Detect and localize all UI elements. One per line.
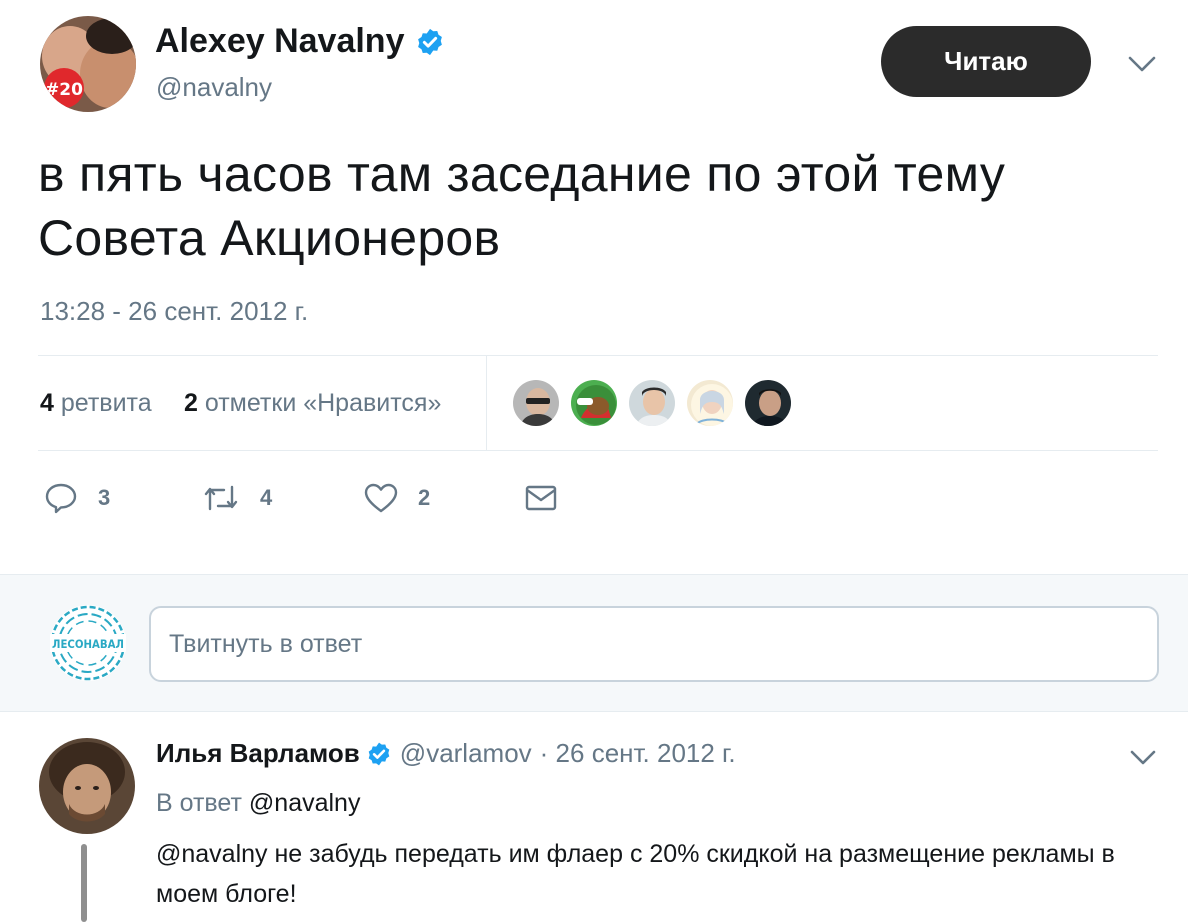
likes-count: 2 [184, 389, 198, 417]
reply-context: В ответ @navalny [156, 789, 360, 818]
reply-author-name[interactable]: Илья Варламов [156, 738, 360, 769]
retweets-count: 4 [40, 389, 54, 417]
reply-tweet: Илья Варламов @varlamov · 26 сент. 2012 … [0, 712, 1188, 922]
reply-composer: ЛЕСОНАВАЛ [0, 574, 1188, 712]
retweets-label: ретвита [60, 389, 152, 417]
likes-label: отметки «Нравится» [204, 389, 442, 417]
tweet-header: #20 Alexey Navalny @navalny Читаю [0, 0, 1188, 130]
retweet-action[interactable]: 4 [202, 482, 272, 514]
author-name-text[interactable]: Alexey Navalny [155, 22, 405, 61]
author-name[interactable]: Alexey Navalny [155, 22, 445, 61]
tweet-timestamp[interactable]: 13:28 - 26 сент. 2012 г. [40, 296, 308, 327]
thread-line [81, 844, 87, 922]
liker-avatar[interactable] [685, 378, 735, 428]
following-button[interactable]: Читаю [881, 26, 1091, 97]
direct-message-action[interactable] [524, 482, 558, 514]
retweet-count: 4 [260, 485, 273, 510]
liker-avatar[interactable] [627, 378, 677, 428]
tweet-text: в пять часов там заседание по этой тему … [38, 146, 1006, 266]
like-action[interactable]: 2 [364, 482, 430, 514]
author-avatar[interactable]: #20 [40, 16, 136, 112]
reply-author-avatar[interactable] [39, 738, 135, 834]
liker-avatar[interactable] [743, 378, 793, 428]
reply-action[interactable]: 3 [44, 482, 110, 514]
reply-author-handle[interactable]: @varlamov [400, 738, 532, 769]
reply-input[interactable] [149, 606, 1159, 682]
divider [38, 450, 1158, 451]
chevron-down-icon[interactable] [1126, 50, 1158, 78]
avatar-badge-text: #20 [45, 80, 83, 100]
reply-text: @navalny не забудь передать им флаер с 2… [156, 840, 1115, 908]
liker-avatar[interactable] [569, 378, 619, 428]
reply-to-prefix: В ответ [156, 789, 242, 817]
tweet-actions: 3 4 2 [0, 470, 1188, 530]
reply-date[interactable]: · 26 сент. 2012 г. [540, 738, 736, 769]
heart-icon [364, 483, 398, 513]
reply-to-handle[interactable]: @navalny [249, 789, 361, 817]
verified-badge-icon [368, 742, 390, 765]
author-handle[interactable]: @navalny [156, 72, 272, 103]
like-count: 2 [418, 485, 431, 510]
account-logo-text: ЛЕСОНАВАЛ [52, 637, 124, 651]
reply-icon [45, 483, 77, 514]
account-logo[interactable]: ЛЕСОНАВАЛ [48, 603, 128, 683]
verified-badge-icon [417, 28, 442, 55]
retweet-icon [204, 485, 238, 511]
reply-count: 3 [98, 485, 111, 510]
chevron-down-icon[interactable] [1128, 744, 1158, 770]
retweets-stat[interactable]: 4 ретвита [40, 389, 152, 418]
liker-avatar[interactable] [511, 378, 561, 428]
reply-header: Илья Варламов @varlamov · 26 сент. 2012 … [156, 738, 736, 769]
likes-stat[interactable]: 2 отметки «Нравится» [184, 389, 441, 418]
tweet-stats: 4 ретвита 2 отметки «Нравится» [0, 356, 1188, 450]
envelope-icon [525, 485, 557, 511]
stats-separator [486, 356, 487, 450]
